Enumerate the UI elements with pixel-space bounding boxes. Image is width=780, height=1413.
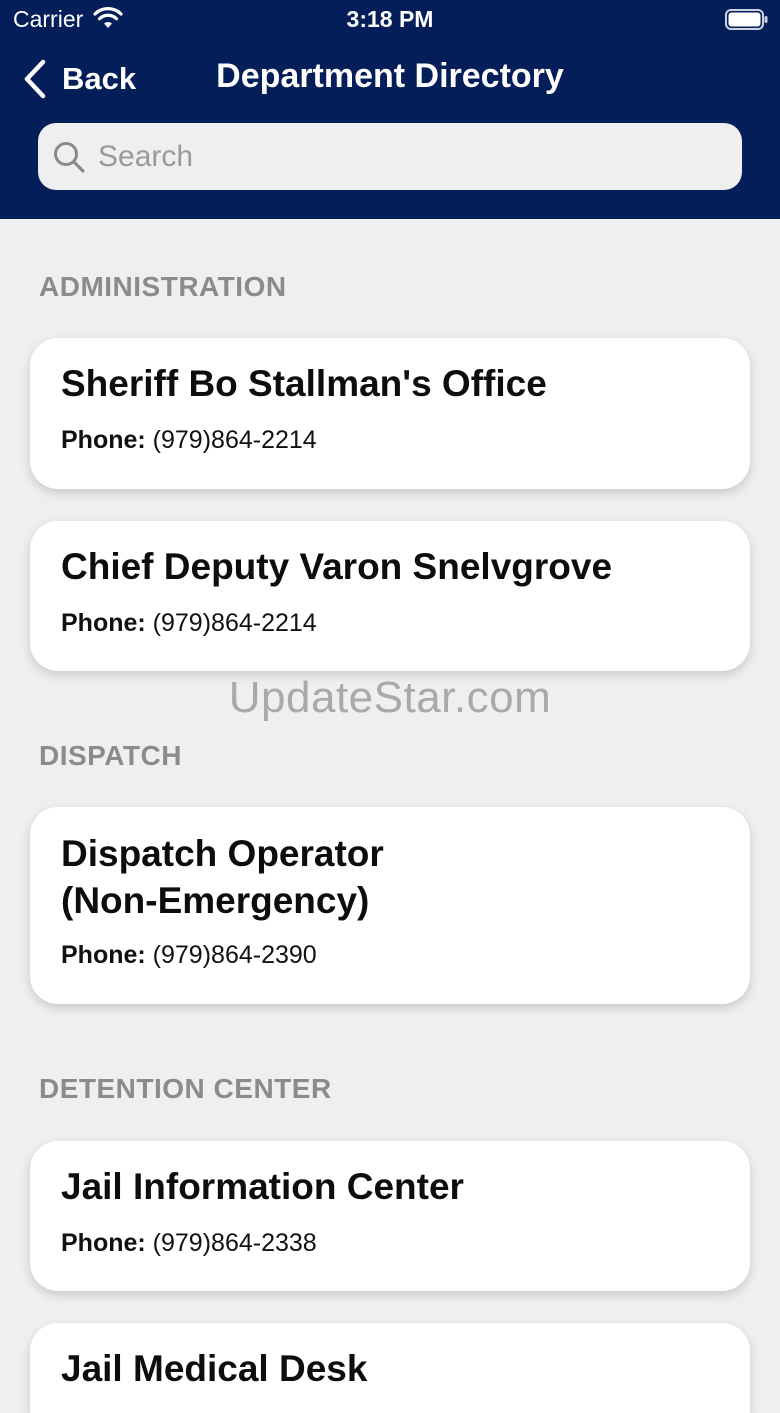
clock: 3:18 PM — [346, 6, 434, 32]
watermark: UpdateStar.com — [228, 673, 552, 722]
search-input[interactable] — [96, 138, 700, 175]
department-phone[interactable]: Phone: (979)864-2390 — [61, 941, 317, 970]
phone-number[interactable]: (979)864-2214 — [153, 426, 317, 454]
phone-number[interactable]: (979)864-2214 — [153, 609, 317, 637]
department-name: Dispatch Operator (Non-Emergency) — [61, 833, 384, 921]
directory-card[interactable]: Dispatch Operator (Non-Emergency) Phone:… — [30, 807, 750, 1004]
department-phone[interactable]: Phone: (979)864-2214 — [61, 609, 317, 638]
department-name: Chief Deputy Varon Snelvgrove — [61, 546, 613, 587]
page-title: Department Directory — [216, 57, 564, 95]
phone-number[interactable]: (979)864-2338 — [153, 1229, 317, 1257]
department-name: Sheriff Bo Stallman's Office — [61, 363, 547, 404]
section-header-detention-center: DETENTION CENTER — [39, 1073, 332, 1104]
department-phone[interactable]: Phone: (979)864-2338 — [61, 1229, 317, 1258]
phone-label: Phone: — [61, 1229, 146, 1257]
search-bar[interactable] — [38, 123, 742, 190]
section-header-administration: ADMINISTRATION — [39, 271, 287, 302]
directory-card[interactable]: Jail Medical Desk — [30, 1323, 750, 1413]
battery-icon — [725, 9, 768, 30]
phone-label: Phone: — [61, 609, 146, 637]
phone-number[interactable]: (979)864-2390 — [153, 941, 317, 969]
search-icon — [54, 141, 85, 173]
directory-card[interactable]: Jail Information Center Phone: (979)864-… — [30, 1141, 750, 1291]
section-header-dispatch: DISPATCH — [39, 740, 182, 771]
navigation-header: Carrier 3:18 PM Back Department Director… — [0, 0, 780, 219]
directory-card[interactable]: Sheriff Bo Stallman's Office Phone: (979… — [30, 338, 750, 489]
department-name: Jail Medical Desk — [61, 1348, 368, 1389]
phone-label: Phone: — [61, 941, 146, 969]
status-bar: Carrier 3:18 PM — [0, 0, 780, 40]
department-name: Jail Information Center — [61, 1166, 464, 1207]
directory-card[interactable]: Chief Deputy Varon Snelvgrove Phone: (97… — [30, 521, 750, 671]
phone-label: Phone: — [61, 426, 146, 454]
department-phone[interactable]: Phone: (979)864-2214 — [61, 426, 317, 455]
